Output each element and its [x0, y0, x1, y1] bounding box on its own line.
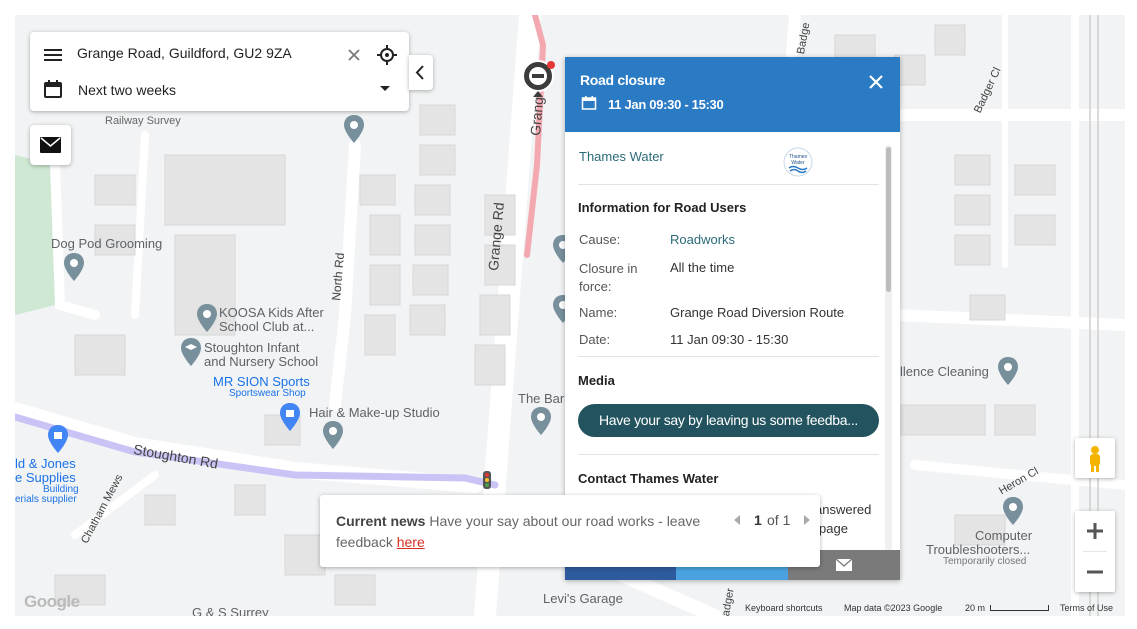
map-data-text: Map data ©2023 Google [844, 603, 943, 613]
panel-scrollbar-thumb[interactable] [886, 147, 891, 292]
label-jones-4: erials supplier [15, 494, 77, 505]
shop-pin-icon[interactable] [48, 425, 68, 453]
subscribe-email-button[interactable] [30, 125, 71, 165]
divider [578, 454, 879, 455]
name-value: Grange Road Diversion Route [670, 305, 845, 320]
zoom-out-button[interactable] [1075, 552, 1115, 592]
label-stoughton-1: Stoughton Infant [204, 340, 300, 355]
mail-icon [40, 137, 61, 153]
calendar-icon [44, 80, 62, 98]
cause-value[interactable]: Roadworks [670, 232, 735, 247]
news-page-current: 1 [754, 512, 762, 528]
zoom-in-button[interactable] [1075, 511, 1115, 551]
dropdown-arrow-icon[interactable] [379, 85, 391, 93]
date-value: 11 Jan 09:30 - 15:30 [670, 332, 789, 347]
label-mr-sion: MR SION Sports [213, 374, 310, 389]
shop-pin-icon[interactable] [280, 403, 300, 431]
poi-pin-icon[interactable] [1003, 497, 1023, 525]
cause-label: Cause: [579, 232, 621, 247]
scale-label[interactable]: 20 m [965, 603, 985, 613]
news-content: Current news Have your say about our roa… [336, 511, 706, 553]
contact-text-partial-2: page [819, 521, 848, 536]
next-page-icon[interactable] [802, 514, 812, 526]
label-koosa-2: School Club at... [219, 319, 315, 334]
news-page-of: of 1 [767, 512, 791, 528]
label-stoughton-2: and Nursery School [204, 354, 319, 369]
news-link[interactable]: here [397, 534, 425, 550]
closure-in-force-label: Closure in force: [579, 261, 638, 294]
road-closure-marker-icon[interactable] [521, 59, 555, 99]
calendar-icon [581, 96, 597, 110]
zoom-controls [1075, 511, 1115, 592]
locate-me-icon[interactable] [376, 44, 398, 66]
mail-icon [835, 558, 853, 571]
poi-pin-icon[interactable] [64, 253, 84, 281]
label-koosa-1: KOOSA Kids After [219, 305, 324, 320]
poi-pin-icon[interactable] [197, 304, 217, 332]
news-heading: Current news [336, 513, 426, 529]
label-jones-2: e Supplies [15, 470, 76, 485]
poi-pin-icon[interactable] [344, 115, 364, 143]
label-gs: G & S Surrey [192, 605, 269, 616]
label-cleaning: llence Cleaning [900, 364, 989, 379]
divider [578, 356, 879, 357]
label-hair: Hair & Make-up Studio [309, 405, 440, 420]
search-card: Grange Road, Guildford, GU2 9ZA Next two… [30, 32, 409, 111]
label-dog-pod: Dog Pod Grooming [51, 236, 163, 251]
section-info-heading: Information for Road Users [578, 200, 747, 215]
label-levis: Levi's Garage [543, 591, 623, 606]
date-label: Date: [579, 332, 611, 347]
label-the-bar: The Bar [518, 391, 565, 406]
scale-bar [990, 605, 1049, 611]
label-jones-1: ld & Jones [15, 456, 76, 471]
news-card: Current news Have your say about our roa… [320, 495, 820, 567]
label-grange-top: Grang [527, 96, 547, 137]
traffic-light-icon[interactable] [482, 470, 492, 490]
closure-in-force-value: All the time [670, 260, 735, 275]
school-pin-icon[interactable] [181, 338, 201, 366]
close-icon[interactable] [865, 71, 887, 93]
feedback-button[interactable]: Have your say by leaving us some feedba.… [578, 404, 879, 437]
street-view-button[interactable] [1075, 438, 1115, 478]
contact-text-partial-1: answered [815, 502, 872, 517]
google-logo[interactable]: Google [24, 592, 80, 612]
panel-date: 11 Jan 09:30 - 15:30 [608, 97, 724, 112]
label-computer-1: Computer [975, 528, 1033, 543]
prev-page-icon[interactable] [732, 514, 742, 526]
collapse-panel-button[interactable] [409, 55, 433, 90]
poi-pin-icon[interactable] [998, 357, 1018, 385]
clear-icon[interactable] [345, 46, 363, 64]
date-range-select[interactable]: Next two weeks [78, 82, 176, 98]
svg-text:Water: Water [791, 160, 804, 166]
label-computer-2: Troubleshooters... [926, 542, 1031, 557]
terms-link[interactable]: Terms of Use [1060, 603, 1113, 613]
chevron-left-icon [415, 65, 424, 80]
poi-pin-icon[interactable] [531, 407, 551, 435]
menu-icon[interactable] [42, 46, 64, 64]
plus-icon [1087, 523, 1103, 539]
section-media-heading: Media [578, 373, 615, 388]
label-computer-3: Temporarily closed [943, 556, 1027, 567]
label-railway: Railway Survey [105, 115, 181, 127]
keyboard-shortcuts-link[interactable]: Keyboard shortcuts [745, 603, 823, 613]
location-input[interactable]: Grange Road, Guildford, GU2 9ZA [77, 45, 292, 61]
organisation-name[interactable]: Thames Water [579, 149, 664, 164]
thames-water-logo: Thames Water [783, 147, 813, 177]
label-sportswear: Sportswear Shop [229, 388, 306, 399]
pegman-icon [1090, 446, 1100, 472]
name-label: Name: [579, 305, 618, 320]
divider [578, 184, 879, 185]
poi-pin-icon[interactable] [323, 421, 343, 449]
section-contact-heading: Contact Thames Water [578, 471, 719, 486]
panel-title: Road closure [580, 72, 666, 88]
minus-icon [1087, 570, 1103, 574]
panel-header: Road closure 11 Jan 09:30 - 15:30 [565, 57, 900, 132]
